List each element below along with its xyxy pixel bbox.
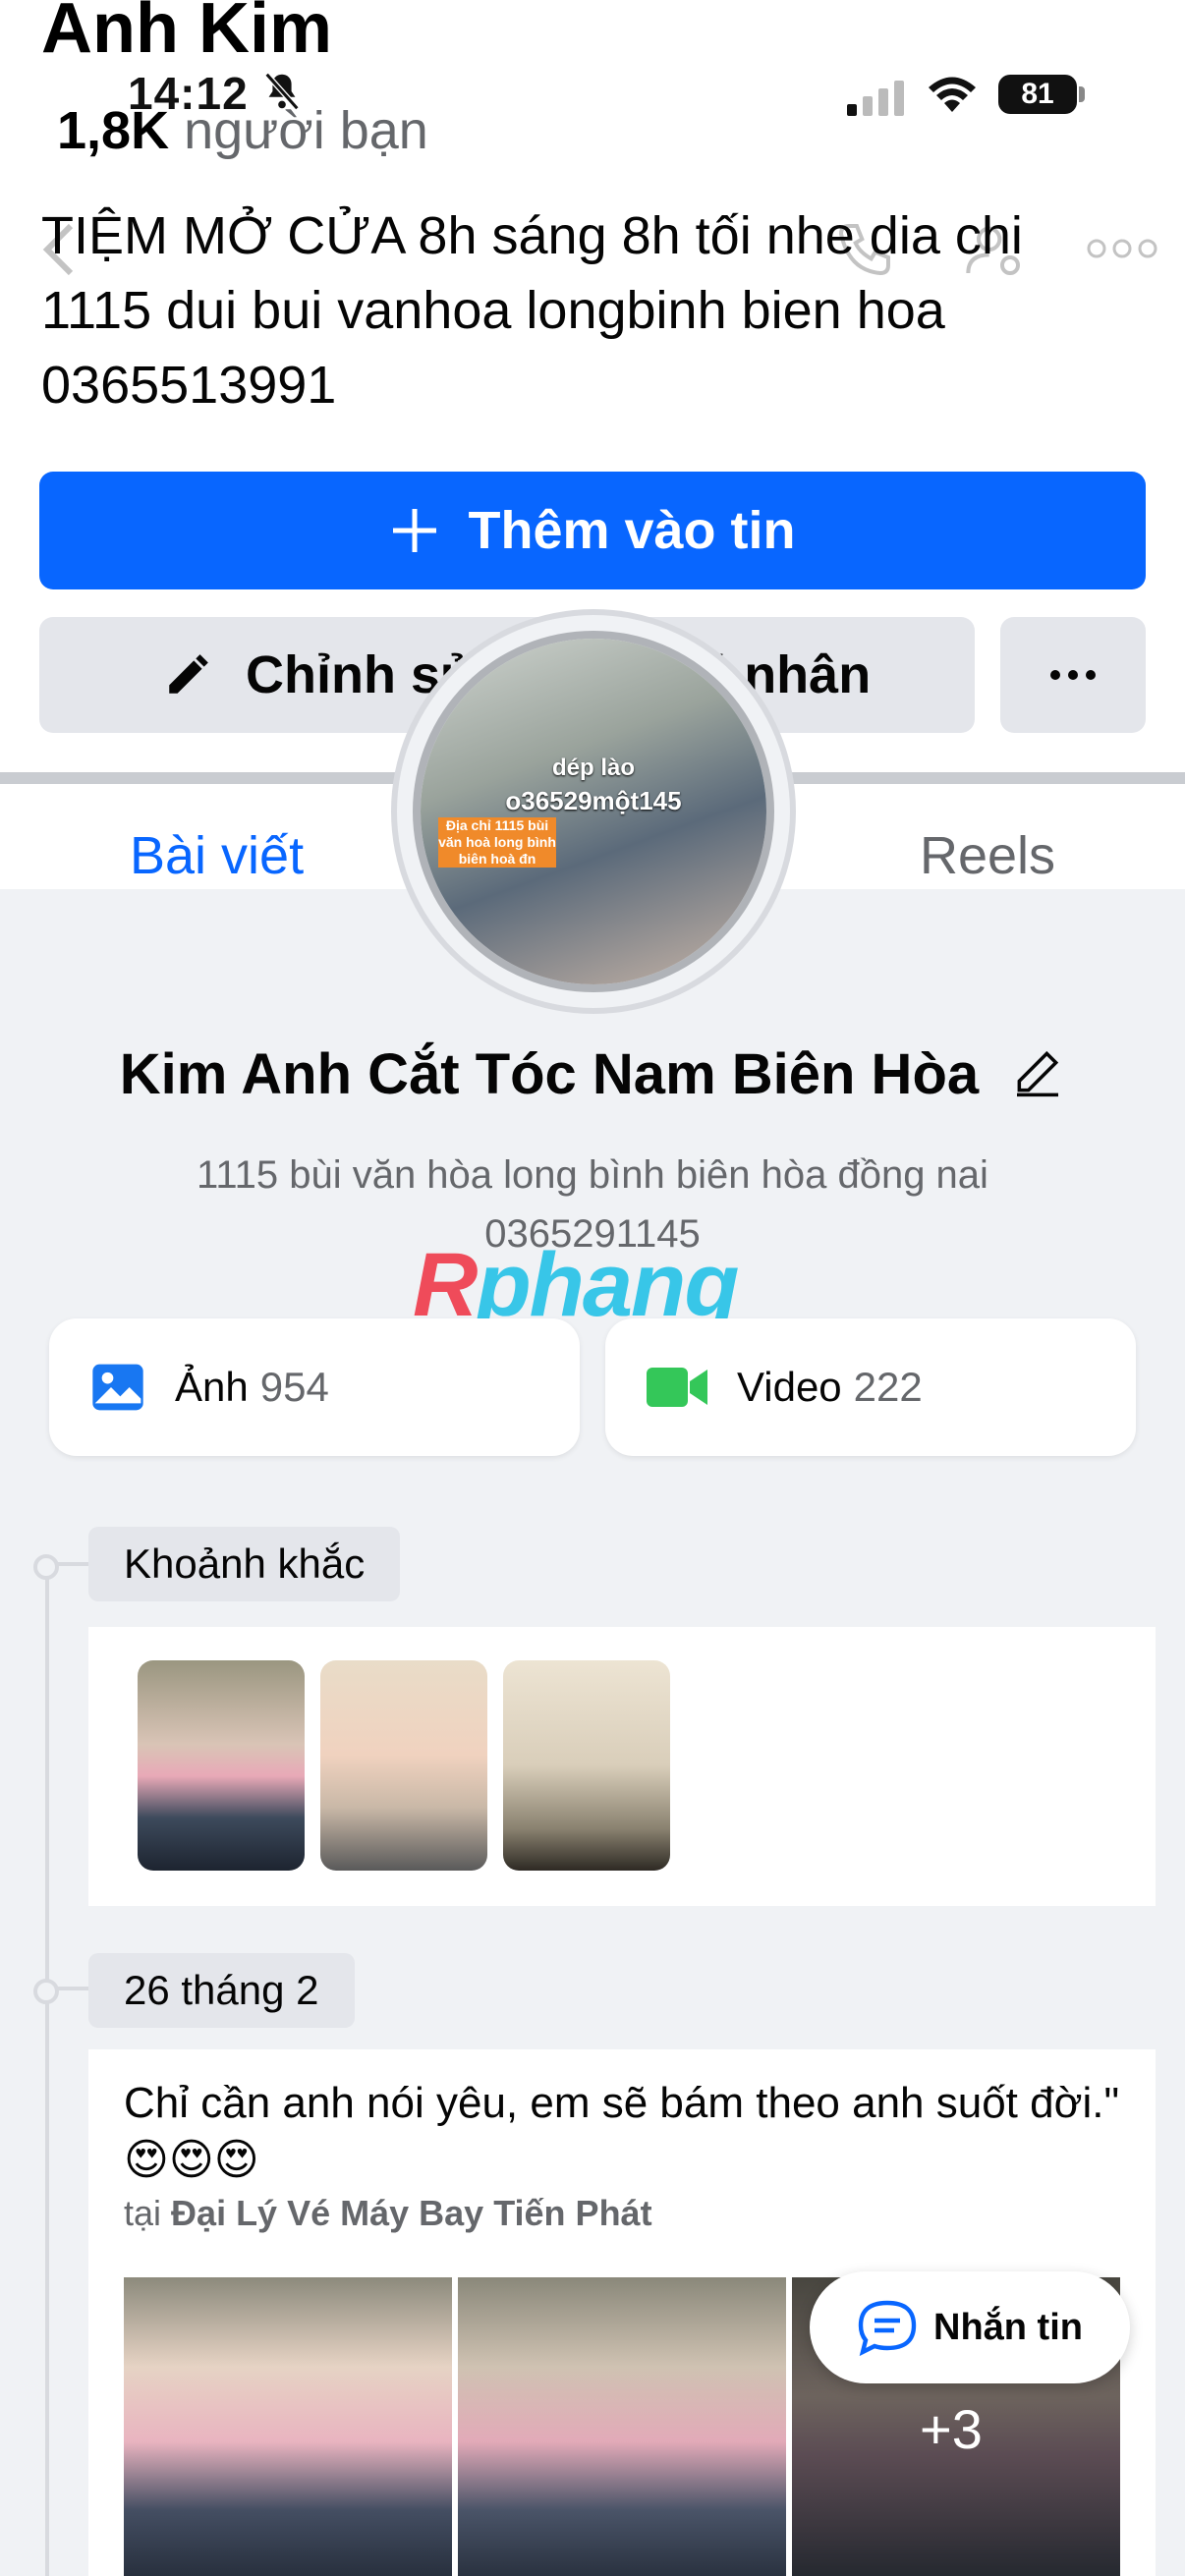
message-button-label: Nhắn tin — [933, 2306, 1083, 2348]
add-to-story-button[interactable]: Thêm vào tin — [39, 472, 1146, 589]
post-emojis: 😍😍😍 — [124, 2135, 259, 2185]
timeline-connector — [55, 1562, 88, 1566]
timeline-line — [45, 1560, 49, 2576]
location-link[interactable]: Đại Lý Vé Máy Bay Tiến Phát — [171, 2193, 652, 2233]
videos-label: Video — [737, 1364, 842, 1410]
more-options-icon[interactable] — [1085, 234, 1159, 263]
more-photos-count[interactable]: +3 — [920, 2397, 983, 2461]
location-prefix: tại — [124, 2193, 162, 2233]
timeline-connector — [55, 1987, 88, 1990]
photos-card[interactable]: Ảnh 954 — [49, 1318, 580, 1456]
moments-chip[interactable]: Khoảnh khắc — [88, 1527, 401, 1601]
message-button[interactable]: Nhắn tin — [810, 2271, 1130, 2383]
moment-thumbnail[interactable] — [138, 1660, 305, 1871]
avatar-text-3: Địa chỉ 1115 bùi văn hoà long bình biên … — [438, 817, 556, 868]
battery-icon: 81 — [998, 75, 1077, 114]
photos-label: Ảnh — [175, 1364, 249, 1410]
friends-count[interactable]: 1,8K người bạn — [57, 100, 428, 161]
avatar[interactable]: dép lào o36529một145 Địa chỉ 1115 bùi vă… — [421, 639, 766, 984]
profile-bio: TIỆM MỞ CỬA 8h sáng 8h tối nhe dia chi 1… — [41, 206, 1023, 415]
post-location: tại Đại Lý Vé Máy Bay Tiến Phát — [124, 2193, 652, 2234]
more-button[interactable] — [1000, 617, 1146, 733]
post-text: Chỉ cần anh nói yêu, em sẽ bám theo anh … — [124, 2075, 1136, 2189]
post-photo[interactable] — [458, 2277, 786, 2576]
signal-icon — [847, 81, 904, 116]
tab-reels[interactable]: Reels — [920, 825, 1055, 886]
tab-posts[interactable]: Bài viết — [130, 825, 304, 886]
post-caption: Chỉ cần anh nói yêu, em sẽ bám theo anh … — [124, 2079, 1120, 2127]
page-title-text: Kim Anh Cắt Tóc Nam Biên Hòa — [119, 1042, 980, 1106]
edit-pencil-icon[interactable] — [1010, 1044, 1065, 1099]
add-to-story-label: Thêm vào tin — [468, 501, 796, 560]
chat-bubble-icon — [858, 2300, 917, 2356]
videos-card[interactable]: Video 222 — [605, 1318, 1136, 1456]
moment-thumbnail[interactable] — [503, 1660, 670, 1871]
pencil-icon — [169, 654, 208, 694]
date-chip: 26 tháng 2 — [88, 1953, 355, 2028]
ellipsis-icon — [1050, 670, 1096, 680]
plus-icon — [393, 509, 437, 552]
battery-level: 81 — [1021, 78, 1054, 110]
battery-cap — [1079, 86, 1085, 102]
photos-count: 954 — [259, 1364, 329, 1410]
avatar-text-2: o36529một145 — [505, 786, 682, 815]
wifi-icon — [929, 77, 976, 112]
moment-thumbnail[interactable] — [320, 1660, 487, 1871]
page-title: Kim Anh Cắt Tóc Nam Biên Hòa — [0, 1041, 1185, 1107]
profile-name-header: Anh Kim — [41, 0, 332, 68]
timeline-dot — [33, 1554, 59, 1580]
timeline-dot — [33, 1979, 59, 2004]
avatar-text-1: dép lào — [551, 755, 635, 781]
videos-count: 222 — [853, 1364, 923, 1410]
video-camera-icon — [647, 1368, 707, 1407]
photo-icon — [92, 1364, 143, 1411]
address-line-1: 1115 bùi văn hòa long bình biên hòa đồng… — [197, 1153, 988, 1197]
post-photo[interactable] — [124, 2277, 452, 2576]
